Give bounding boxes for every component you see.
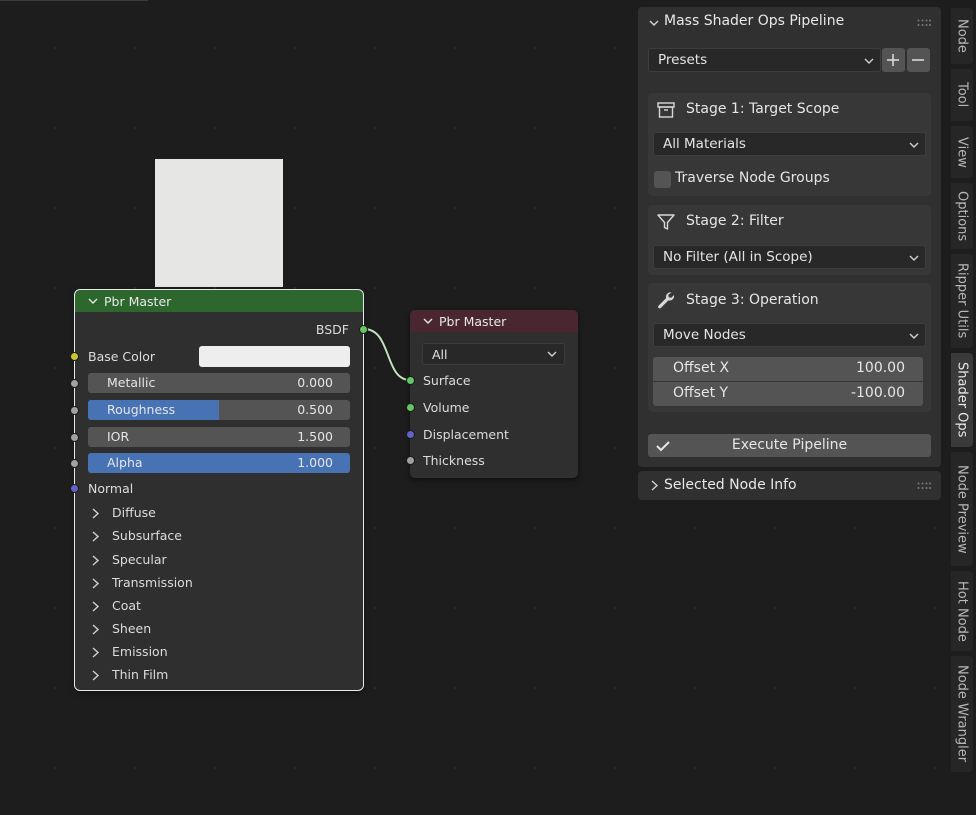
presets-dropdown[interactable]: Presets [648, 48, 881, 72]
socket-bsdf-output[interactable] [359, 325, 368, 334]
input-label-normal: Normal [88, 481, 134, 496]
socket-ior[interactable] [70, 433, 79, 442]
minus-icon [912, 59, 924, 61]
wrench-icon [658, 292, 675, 309]
panel-transmission[interactable]: Transmission [91, 574, 341, 594]
panel-subsurface[interactable]: Subsurface [91, 527, 341, 547]
tab-node[interactable]: Node [951, 8, 973, 64]
panel-thin-film[interactable]: Thin Film [91, 666, 341, 686]
chevron-down-icon [909, 142, 919, 148]
offset-x-field[interactable]: Offset X 100.00 [653, 357, 923, 381]
chevron-down-icon [649, 20, 659, 26]
tab-tool[interactable]: Tool [951, 69, 973, 121]
input-label-base-color: Base Color [88, 349, 156, 364]
socket-roughness[interactable] [70, 406, 79, 415]
offset-y-field[interactable]: Offset Y -100.00 [653, 382, 923, 406]
tab-node-wrangler[interactable]: Node Wrangler [951, 656, 973, 772]
socket-displacement[interactable] [406, 430, 415, 439]
chevron-down-icon [864, 58, 874, 64]
chevron-right-icon [92, 624, 100, 635]
panel-diffuse[interactable]: Diffuse [91, 504, 341, 524]
chevron-down-icon [547, 351, 557, 357]
chevron-right-icon [92, 531, 100, 542]
input-label-displacement: Displacement [423, 427, 509, 442]
chevron-right-icon [92, 555, 100, 566]
panel-emission[interactable]: Emission [91, 643, 341, 663]
mass-shader-ops-panel: Mass Shader Ops Pipeline Presets Stage 1… [638, 7, 941, 467]
chevron-down-icon[interactable] [88, 296, 98, 306]
sidebar-tabs: Node Tool View Options Ripper Utils Shad… [951, 0, 976, 815]
tab-hot-node[interactable]: Hot Node [951, 571, 973, 651]
chevron-right-icon [92, 601, 100, 612]
panel-title: Mass Shader Ops Pipeline [664, 13, 845, 29]
tab-node-preview[interactable]: Node Preview [951, 452, 973, 566]
stage3-title: Stage 3: Operation [686, 292, 819, 308]
tab-ripper-utils[interactable]: Ripper Utils [951, 254, 973, 348]
ior-field[interactable]: IOR 1.500 [88, 427, 350, 447]
socket-metallic[interactable] [70, 379, 79, 388]
tab-view[interactable]: View [951, 126, 973, 178]
tab-shader-ops[interactable]: Shader Ops [951, 353, 973, 447]
info-panel-title: Selected Node Info [664, 477, 797, 493]
chevron-right-icon [92, 647, 100, 658]
execute-pipeline-button[interactable]: Execute Pipeline [648, 434, 931, 457]
socket-volume[interactable] [406, 403, 415, 412]
chevron-right-icon [651, 480, 659, 491]
node-header[interactable]: Pbr Master [75, 290, 363, 312]
chevron-right-icon [92, 508, 100, 519]
socket-surface[interactable] [406, 376, 415, 385]
chevron-right-icon [92, 578, 100, 589]
pbr-master-node[interactable]: Pbr Master BSDF Base Color Metallic 0.00… [74, 289, 364, 691]
operation-dropdown[interactable]: Move Nodes [653, 323, 926, 347]
filter-dropdown[interactable]: No Filter (All in Scope) [653, 245, 926, 269]
plus-icon [887, 54, 899, 66]
socket-base-color[interactable] [70, 352, 79, 361]
panel-sheen[interactable]: Sheen [91, 620, 341, 640]
drag-handle-icon[interactable] [917, 19, 931, 27]
metallic-field[interactable]: Metallic 0.000 [88, 373, 350, 393]
remove-preset-button[interactable] [907, 48, 930, 72]
stage2-box: Stage 2: Filter No Filter (All in Scope) [648, 205, 931, 275]
panel-header[interactable]: Mass Shader Ops Pipeline [638, 7, 941, 37]
stage2-title: Stage 2: Filter [686, 213, 784, 229]
input-label-thickness: Thickness [423, 453, 485, 468]
chevron-down-icon [909, 255, 919, 261]
selected-node-info-panel[interactable]: Selected Node Info [638, 471, 941, 500]
header-edge [0, 0, 148, 1]
node-title: Pbr Master [439, 313, 507, 329]
stage3-box: Stage 3: Operation Move Nodes Offset X 1… [648, 283, 931, 412]
stage1-box: Stage 1: Target Scope All Materials Trav… [648, 93, 931, 196]
drag-handle-icon[interactable] [917, 482, 931, 490]
roughness-field[interactable]: Roughness 0.500 [88, 400, 350, 420]
panel-coat[interactable]: Coat [91, 597, 341, 617]
output-label-bsdf: BSDF [315, 322, 349, 337]
target-scope-dropdown[interactable]: All Materials [653, 132, 926, 156]
material-preview [155, 159, 283, 287]
base-color-swatch[interactable] [199, 346, 350, 367]
stage1-title: Stage 1: Target Scope [686, 101, 840, 117]
node-header[interactable]: Pbr Master [410, 310, 578, 332]
chevron-down-icon [909, 333, 919, 339]
input-label-volume: Volume [423, 400, 470, 415]
chevron-down-icon[interactable] [423, 316, 433, 326]
tab-options[interactable]: Options [951, 183, 973, 249]
socket-normal[interactable] [70, 484, 79, 493]
target-select[interactable]: All [422, 343, 565, 365]
panel-specular[interactable]: Specular [91, 551, 341, 571]
filter-icon [657, 214, 675, 230]
node-title: Pbr Master [104, 293, 172, 309]
pbr-master-output-node[interactable]: Pbr Master All Surface Volume Displaceme… [410, 310, 578, 478]
input-label-surface: Surface [423, 373, 471, 388]
traverse-node-groups-checkbox[interactable] [654, 171, 671, 188]
archive-icon [657, 102, 675, 118]
add-preset-button[interactable] [882, 48, 905, 72]
traverse-node-groups-label: Traverse Node Groups [675, 170, 830, 186]
alpha-field[interactable]: Alpha 1.000 [88, 453, 350, 473]
chevron-right-icon [92, 670, 100, 681]
socket-alpha[interactable] [70, 459, 79, 468]
socket-thickness[interactable] [406, 456, 415, 465]
